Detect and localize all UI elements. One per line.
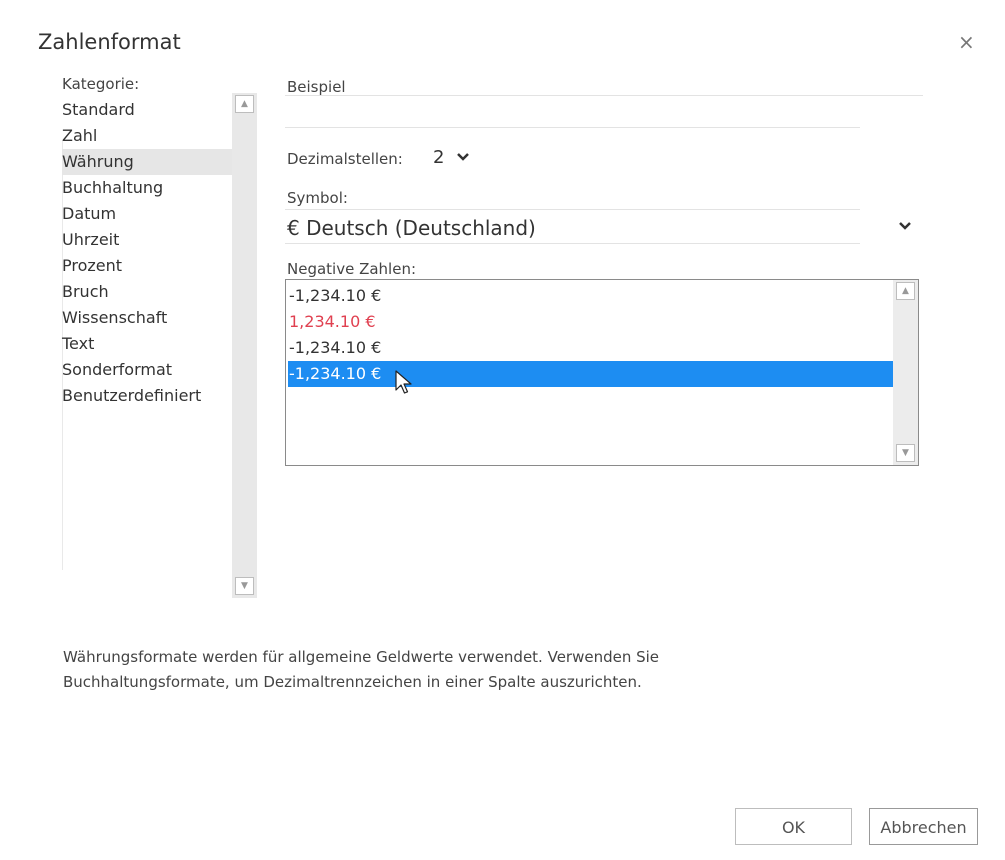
- negative-option-selected[interactable]: -1,234.10 €: [288, 361, 893, 387]
- chevron-down-icon[interactable]: [456, 148, 470, 166]
- dialog-title: Zahlenformat: [38, 30, 181, 54]
- category-item-waehrung[interactable]: Währung: [62, 149, 232, 175]
- category-item-uhrzeit[interactable]: Uhrzeit: [62, 227, 232, 253]
- category-item-sonderformat[interactable]: Sonderformat: [62, 357, 232, 383]
- arrow-down-icon[interactable]: ▼: [235, 577, 254, 595]
- decimals-label: Dezimalstellen:: [287, 150, 403, 168]
- arrow-up-icon[interactable]: ▲: [235, 95, 254, 113]
- negative-option[interactable]: -1,234.10 €: [288, 335, 893, 361]
- description-line: Buchhaltungsformate, um Dezimaltrennzeic…: [63, 673, 642, 691]
- example-preview: [285, 127, 860, 128]
- category-item-wissenschaft[interactable]: Wissenschaft: [62, 305, 232, 331]
- category-item-prozent[interactable]: Prozent: [62, 253, 232, 279]
- negative-option-red[interactable]: 1,234.10 €: [288, 309, 893, 335]
- example-divider: [285, 95, 923, 96]
- symbol-select[interactable]: € Deutsch (Deutschland): [287, 216, 536, 240]
- example-label: Beispiel: [287, 78, 346, 96]
- ok-button[interactable]: OK: [735, 808, 852, 845]
- negative-numbers-label: Negative Zahlen:: [287, 260, 417, 278]
- symbol-underline: [285, 243, 860, 244]
- close-icon[interactable]: ×: [958, 30, 975, 54]
- negative-numbers-list[interactable]: -1,234.10 € 1,234.10 € -1,234.10 € -1,23…: [285, 279, 919, 466]
- category-list[interactable]: Standard Zahl Währung Buchhaltung Datum …: [62, 97, 257, 602]
- arrow-down-icon[interactable]: ▼: [896, 444, 915, 462]
- decimals-select[interactable]: 2: [433, 147, 444, 168]
- category-item-zahl[interactable]: Zahl: [62, 123, 232, 149]
- category-label: Kategorie:: [62, 75, 140, 93]
- symbol-divider: [285, 209, 860, 210]
- description-line: Währungsformate werden für allgemeine Ge…: [63, 648, 660, 666]
- category-item-datum[interactable]: Datum: [62, 201, 232, 227]
- category-item-text[interactable]: Text: [62, 331, 232, 357]
- arrow-up-icon[interactable]: ▲: [896, 282, 915, 300]
- category-item-bruch[interactable]: Bruch: [62, 279, 232, 305]
- chevron-down-icon[interactable]: [898, 217, 912, 235]
- mouse-cursor: [395, 370, 413, 400]
- cancel-button[interactable]: Abbrechen: [869, 808, 978, 845]
- symbol-label: Symbol:: [287, 189, 348, 207]
- category-item-benutzerdefiniert[interactable]: Benutzerdefiniert: [62, 383, 232, 409]
- negative-list-scrollbar[interactable]: ▲ ▼: [893, 280, 918, 465]
- category-description: Währungsformate werden für allgemeine Ge…: [63, 645, 783, 695]
- category-scrollbar[interactable]: ▲ ▼: [232, 93, 257, 598]
- category-item-standard[interactable]: Standard: [62, 97, 232, 123]
- category-item-buchhaltung[interactable]: Buchhaltung: [62, 175, 232, 201]
- negative-option[interactable]: -1,234.10 €: [288, 283, 893, 309]
